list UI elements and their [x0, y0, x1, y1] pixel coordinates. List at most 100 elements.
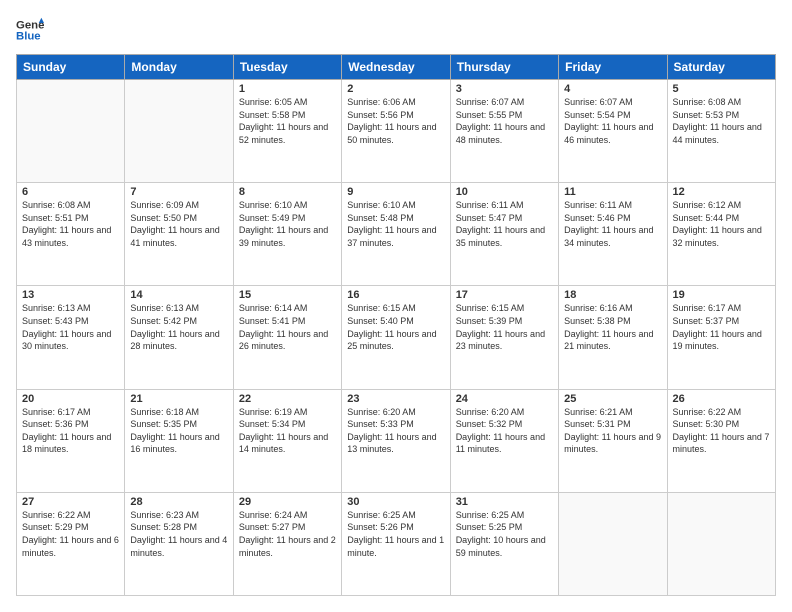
calendar-cell: 3Sunrise: 6:07 AMSunset: 5:55 PMDaylight… [450, 80, 558, 183]
weekday-header-thursday: Thursday [450, 55, 558, 80]
calendar-cell [17, 80, 125, 183]
calendar-cell: 16Sunrise: 6:15 AMSunset: 5:40 PMDayligh… [342, 286, 450, 389]
day-number: 31 [456, 496, 553, 508]
day-number: 28 [130, 496, 227, 508]
calendar-cell: 22Sunrise: 6:19 AMSunset: 5:34 PMDayligh… [233, 389, 341, 492]
day-number: 8 [239, 186, 336, 198]
weekday-header-tuesday: Tuesday [233, 55, 341, 80]
day-info: Sunrise: 6:14 AMSunset: 5:41 PMDaylight:… [239, 302, 336, 352]
day-number: 1 [239, 83, 336, 95]
day-number: 22 [239, 393, 336, 405]
calendar-cell: 29Sunrise: 6:24 AMSunset: 5:27 PMDayligh… [233, 492, 341, 595]
day-info: Sunrise: 6:11 AMSunset: 5:46 PMDaylight:… [564, 199, 661, 249]
calendar-cell: 28Sunrise: 6:23 AMSunset: 5:28 PMDayligh… [125, 492, 233, 595]
day-info: Sunrise: 6:08 AMSunset: 5:53 PMDaylight:… [673, 96, 770, 146]
weekday-header-row: SundayMondayTuesdayWednesdayThursdayFrid… [17, 55, 776, 80]
calendar-cell: 1Sunrise: 6:05 AMSunset: 5:58 PMDaylight… [233, 80, 341, 183]
weekday-header-sunday: Sunday [17, 55, 125, 80]
day-info: Sunrise: 6:19 AMSunset: 5:34 PMDaylight:… [239, 406, 336, 456]
calendar-cell: 9Sunrise: 6:10 AMSunset: 5:48 PMDaylight… [342, 183, 450, 286]
day-info: Sunrise: 6:12 AMSunset: 5:44 PMDaylight:… [673, 199, 770, 249]
calendar-cell: 26Sunrise: 6:22 AMSunset: 5:30 PMDayligh… [667, 389, 775, 492]
day-info: Sunrise: 6:17 AMSunset: 5:36 PMDaylight:… [22, 406, 119, 456]
day-number: 5 [673, 83, 770, 95]
day-info: Sunrise: 6:25 AMSunset: 5:26 PMDaylight:… [347, 509, 444, 559]
day-info: Sunrise: 6:07 AMSunset: 5:55 PMDaylight:… [456, 96, 553, 146]
day-info: Sunrise: 6:15 AMSunset: 5:40 PMDaylight:… [347, 302, 444, 352]
calendar-cell: 2Sunrise: 6:06 AMSunset: 5:56 PMDaylight… [342, 80, 450, 183]
day-number: 26 [673, 393, 770, 405]
calendar-cell: 18Sunrise: 6:16 AMSunset: 5:38 PMDayligh… [559, 286, 667, 389]
weekday-header-saturday: Saturday [667, 55, 775, 80]
header: General Blue [16, 16, 776, 44]
day-info: Sunrise: 6:10 AMSunset: 5:49 PMDaylight:… [239, 199, 336, 249]
week-row-2: 6Sunrise: 6:08 AMSunset: 5:51 PMDaylight… [17, 183, 776, 286]
calendar-cell: 12Sunrise: 6:12 AMSunset: 5:44 PMDayligh… [667, 183, 775, 286]
svg-text:Blue: Blue [16, 31, 41, 43]
week-row-3: 13Sunrise: 6:13 AMSunset: 5:43 PMDayligh… [17, 286, 776, 389]
day-number: 13 [22, 289, 119, 301]
day-info: Sunrise: 6:09 AMSunset: 5:50 PMDaylight:… [130, 199, 227, 249]
logo-icon: General Blue [16, 16, 44, 44]
day-number: 29 [239, 496, 336, 508]
day-info: Sunrise: 6:22 AMSunset: 5:30 PMDaylight:… [673, 406, 770, 456]
day-number: 23 [347, 393, 444, 405]
weekday-header-monday: Monday [125, 55, 233, 80]
day-info: Sunrise: 6:11 AMSunset: 5:47 PMDaylight:… [456, 199, 553, 249]
day-number: 14 [130, 289, 227, 301]
day-number: 30 [347, 496, 444, 508]
calendar-cell: 11Sunrise: 6:11 AMSunset: 5:46 PMDayligh… [559, 183, 667, 286]
calendar-cell [125, 80, 233, 183]
calendar-cell [559, 492, 667, 595]
day-number: 20 [22, 393, 119, 405]
day-info: Sunrise: 6:20 AMSunset: 5:32 PMDaylight:… [456, 406, 553, 456]
day-number: 4 [564, 83, 661, 95]
day-info: Sunrise: 6:18 AMSunset: 5:35 PMDaylight:… [130, 406, 227, 456]
day-number: 25 [564, 393, 661, 405]
day-number: 21 [130, 393, 227, 405]
day-number: 12 [673, 186, 770, 198]
calendar-cell: 10Sunrise: 6:11 AMSunset: 5:47 PMDayligh… [450, 183, 558, 286]
calendar-cell: 17Sunrise: 6:15 AMSunset: 5:39 PMDayligh… [450, 286, 558, 389]
calendar-table: SundayMondayTuesdayWednesdayThursdayFrid… [16, 54, 776, 596]
day-info: Sunrise: 6:25 AMSunset: 5:25 PMDaylight:… [456, 509, 553, 559]
day-number: 18 [564, 289, 661, 301]
calendar-cell: 30Sunrise: 6:25 AMSunset: 5:26 PMDayligh… [342, 492, 450, 595]
day-number: 11 [564, 186, 661, 198]
logo: General Blue [16, 16, 44, 44]
calendar-cell: 31Sunrise: 6:25 AMSunset: 5:25 PMDayligh… [450, 492, 558, 595]
calendar-cell: 24Sunrise: 6:20 AMSunset: 5:32 PMDayligh… [450, 389, 558, 492]
day-info: Sunrise: 6:08 AMSunset: 5:51 PMDaylight:… [22, 199, 119, 249]
calendar-cell: 7Sunrise: 6:09 AMSunset: 5:50 PMDaylight… [125, 183, 233, 286]
day-info: Sunrise: 6:23 AMSunset: 5:28 PMDaylight:… [130, 509, 227, 559]
day-number: 27 [22, 496, 119, 508]
calendar-cell: 4Sunrise: 6:07 AMSunset: 5:54 PMDaylight… [559, 80, 667, 183]
day-info: Sunrise: 6:16 AMSunset: 5:38 PMDaylight:… [564, 302, 661, 352]
day-info: Sunrise: 6:06 AMSunset: 5:56 PMDaylight:… [347, 96, 444, 146]
calendar-page: General Blue SundayMondayTuesdayWednesda… [0, 0, 792, 612]
day-number: 6 [22, 186, 119, 198]
calendar-cell: 13Sunrise: 6:13 AMSunset: 5:43 PMDayligh… [17, 286, 125, 389]
day-number: 24 [456, 393, 553, 405]
day-info: Sunrise: 6:22 AMSunset: 5:29 PMDaylight:… [22, 509, 119, 559]
calendar-cell: 25Sunrise: 6:21 AMSunset: 5:31 PMDayligh… [559, 389, 667, 492]
day-info: Sunrise: 6:24 AMSunset: 5:27 PMDaylight:… [239, 509, 336, 559]
calendar-cell: 23Sunrise: 6:20 AMSunset: 5:33 PMDayligh… [342, 389, 450, 492]
calendar-cell: 21Sunrise: 6:18 AMSunset: 5:35 PMDayligh… [125, 389, 233, 492]
day-number: 10 [456, 186, 553, 198]
day-info: Sunrise: 6:21 AMSunset: 5:31 PMDaylight:… [564, 406, 661, 456]
day-info: Sunrise: 6:05 AMSunset: 5:58 PMDaylight:… [239, 96, 336, 146]
day-number: 16 [347, 289, 444, 301]
day-number: 2 [347, 83, 444, 95]
day-number: 15 [239, 289, 336, 301]
calendar-cell: 14Sunrise: 6:13 AMSunset: 5:42 PMDayligh… [125, 286, 233, 389]
calendar-cell: 6Sunrise: 6:08 AMSunset: 5:51 PMDaylight… [17, 183, 125, 286]
day-info: Sunrise: 6:13 AMSunset: 5:42 PMDaylight:… [130, 302, 227, 352]
day-info: Sunrise: 6:07 AMSunset: 5:54 PMDaylight:… [564, 96, 661, 146]
calendar-cell: 19Sunrise: 6:17 AMSunset: 5:37 PMDayligh… [667, 286, 775, 389]
weekday-header-wednesday: Wednesday [342, 55, 450, 80]
weekday-header-friday: Friday [559, 55, 667, 80]
day-info: Sunrise: 6:20 AMSunset: 5:33 PMDaylight:… [347, 406, 444, 456]
calendar-cell: 8Sunrise: 6:10 AMSunset: 5:49 PMDaylight… [233, 183, 341, 286]
day-number: 7 [130, 186, 227, 198]
